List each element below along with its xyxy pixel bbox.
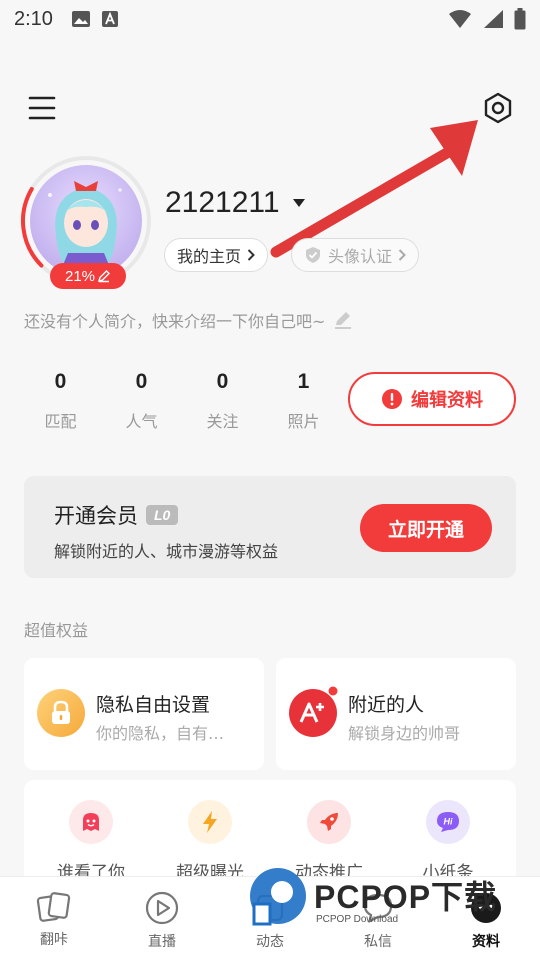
tab-label: 私信 xyxy=(364,934,392,950)
tab-label: 动态 xyxy=(256,934,284,950)
benefit-privacy-card[interactable]: 隐私自由设置 你的隐私，自有… xyxy=(24,658,264,770)
stat-following[interactable]: 0 关注 xyxy=(182,370,263,432)
tab-label: 直播 xyxy=(148,934,176,950)
pencil-icon xyxy=(97,270,111,283)
nearby-plus-icon xyxy=(289,689,337,737)
feature-note[interactable]: Hi 小纸条 xyxy=(393,800,503,883)
stat-label: 照片 xyxy=(287,412,320,431)
caret-down-icon xyxy=(292,199,305,207)
lightning-icon xyxy=(188,800,232,844)
wifi-icon xyxy=(449,10,471,28)
tab-messages[interactable]: 私信 xyxy=(324,877,432,960)
benefit-subtitle: 解锁身边的帅哥 xyxy=(348,724,461,743)
vip-level-badge: L0 xyxy=(146,505,179,525)
vip-card[interactable]: 开通会员 L0 解锁附近的人、城市漫游等权益 立即开通 xyxy=(24,476,516,578)
avatar-verify-label: 头像认证 xyxy=(328,247,393,266)
bio-edit[interactable]: 还没有个人简介，快来介绍一下你自己吧~ xyxy=(24,308,353,332)
feed-icon xyxy=(256,894,284,922)
benefits-section-title: 超值权益 xyxy=(24,621,89,640)
settings-button[interactable] xyxy=(482,92,514,124)
red-dot-badge xyxy=(328,686,338,696)
tab-label: 翻咔 xyxy=(40,932,68,948)
benefit-title: 附近的人 xyxy=(348,694,425,716)
cards-icon xyxy=(36,892,71,922)
stat-label: 人气 xyxy=(125,412,158,431)
benefit-subtitle: 你的隐私，自有… xyxy=(96,724,225,743)
stat-label: 匹配 xyxy=(44,412,77,431)
edit-profile-label: 编辑资料 xyxy=(411,390,483,411)
benefit-title: 隐私自由设置 xyxy=(96,694,211,716)
my-homepage-button[interactable]: 我的主页 xyxy=(164,238,269,272)
text-notification-icon xyxy=(101,11,118,27)
avatar-verify-button[interactable]: 头像认证 xyxy=(291,238,420,272)
chevron-right-icon xyxy=(247,249,255,261)
lock-icon xyxy=(37,689,85,737)
feature-card: 谁看了你 超级曝光 动态推广 Hi 小纸条 xyxy=(24,780,516,890)
alert-icon xyxy=(382,389,402,409)
stat-match[interactable]: 0 匹配 xyxy=(20,370,101,432)
image-notification-icon xyxy=(71,11,90,27)
stat-label: 关注 xyxy=(206,412,239,431)
vip-title-row: 开通会员 L0 xyxy=(54,500,179,530)
edit-profile-button[interactable]: 编辑资料 xyxy=(348,372,516,426)
shield-check-icon xyxy=(306,247,320,263)
signal-icon xyxy=(484,10,503,28)
rocket-icon xyxy=(307,800,351,844)
avatar-image xyxy=(48,181,122,277)
tab-feed[interactable]: 动态 xyxy=(216,877,324,960)
stat-popularity[interactable]: 0 人气 xyxy=(101,370,182,432)
status-time: 2:10 xyxy=(14,7,53,30)
message-icon xyxy=(363,893,393,923)
stat-value: 0 xyxy=(135,370,148,393)
tab-profile[interactable]: 资料 xyxy=(432,877,540,960)
feature-who-viewed[interactable]: 谁看了你 xyxy=(36,800,146,883)
battery-icon xyxy=(514,8,526,30)
chevron-right-icon xyxy=(398,249,406,261)
stat-value: 0 xyxy=(216,370,229,393)
profile-completion-text: 21% xyxy=(64,267,96,285)
stat-value: 0 xyxy=(54,370,67,393)
avatar[interactable] xyxy=(30,165,142,277)
status-bar: 2:10 xyxy=(0,0,540,38)
bio-placeholder: 还没有个人简介，快来介绍一下你自己吧~ xyxy=(24,312,326,331)
ghost-icon xyxy=(69,800,113,844)
my-homepage-label: 我的主页 xyxy=(177,247,242,266)
edit-pencil-icon xyxy=(335,312,352,329)
svg-text:Hi: Hi xyxy=(444,817,453,827)
menu-button[interactable] xyxy=(28,94,56,122)
vip-activate-button[interactable]: 立即开通 xyxy=(360,504,492,552)
tab-label: 资料 xyxy=(472,934,500,950)
vip-title: 开通会员 xyxy=(54,504,138,528)
vip-subtitle: 解锁附近的人、城市漫游等权益 xyxy=(54,542,279,561)
profile-completion-badge[interactable]: 21% xyxy=(50,263,126,289)
stat-photos[interactable]: 1 照片 xyxy=(263,370,344,432)
play-icon xyxy=(145,891,179,925)
profile-icon xyxy=(471,893,501,923)
hamburger-icon xyxy=(28,96,56,120)
feature-post-promotion[interactable]: 动态推广 xyxy=(274,800,384,883)
tab-live[interactable]: 直播 xyxy=(108,877,216,960)
username-dropdown[interactable]: 2121211 xyxy=(165,186,306,220)
benefit-nearby-card[interactable]: 附近的人 解锁身边的帅哥 xyxy=(276,658,516,770)
feature-super-exposure[interactable]: 超级曝光 xyxy=(155,800,265,883)
bottom-tab-bar: 翻咔 直播 动态 私信 资料 xyxy=(0,876,540,960)
gear-icon xyxy=(484,92,512,124)
stat-value: 1 xyxy=(297,370,310,393)
username: 2121211 xyxy=(165,186,280,219)
hi-chat-icon: Hi xyxy=(426,800,470,844)
stats-row: 0 匹配 0 人气 0 关注 1 照片 xyxy=(20,370,344,432)
tab-fanka[interactable]: 翻咔 xyxy=(0,877,108,960)
avatar-section[interactable]: 21% xyxy=(20,155,152,289)
